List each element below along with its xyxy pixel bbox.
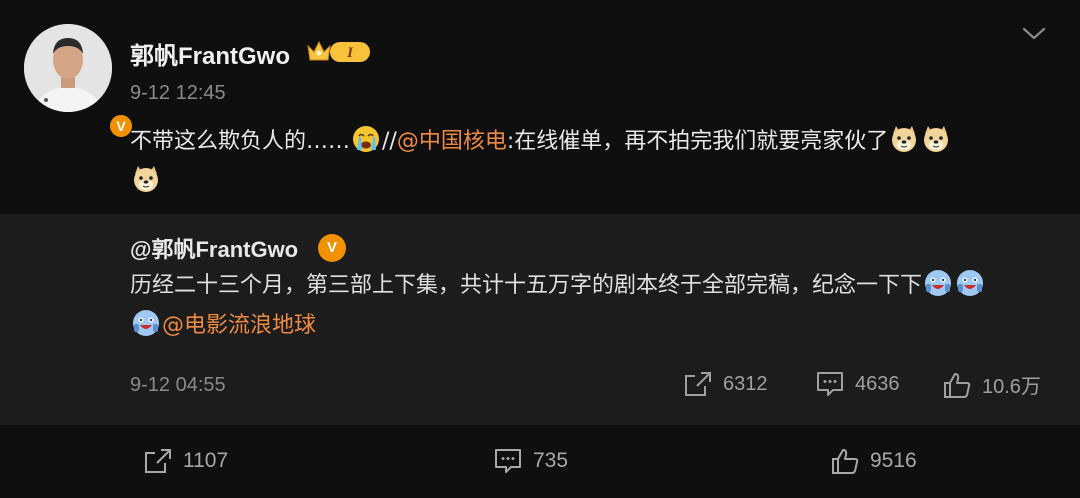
comment-count: 735	[533, 449, 569, 472]
repost-share-button[interactable]: 6312	[683, 370, 768, 398]
cheer-icon	[133, 310, 159, 336]
post-action-bar: 1107 735 9516	[0, 425, 1080, 498]
cheer-icon	[925, 270, 952, 296]
repost-stats: 6312 4636 10.6万	[0, 370, 1080, 402]
repost-body: 历经二十三个月，第三部上下集，共计十五万字的剧本终于全部完稿，纪念一下下 @电影…	[130, 266, 1060, 346]
like-count: 9516	[870, 449, 917, 472]
comment-button[interactable]: 735	[493, 447, 568, 475]
thumbs-up-icon	[832, 449, 859, 474]
post-time: 9-12 12:45	[130, 82, 226, 104]
share-button[interactable]: 1107	[143, 447, 228, 475]
thumbs-up-icon	[944, 372, 971, 398]
comment-icon	[495, 449, 521, 473]
doge-icon	[892, 126, 917, 152]
verified-badge: V	[318, 234, 346, 262]
repost-comment-count: 4636	[855, 372, 900, 395]
repost-text: 历经二十三个月，第三部上下集，共计十五万字的剧本终于全部完稿，纪念一下下	[130, 273, 923, 298]
comment-icon	[817, 372, 843, 396]
mention-link-wandering-earth[interactable]: @电影流浪地球	[162, 313, 316, 338]
post-body: 不带这么欺负人的…… //@中国核电:在线催单，再不拍完我们就要亮家伙了	[130, 122, 1060, 202]
share-icon	[685, 372, 711, 396]
weibo-post: V 郭帆FrantGwo I 9-12 12:45 不带这么欺负人的…… //@…	[0, 0, 1080, 498]
repost-author-name[interactable]: @郭帆FrantGwo	[130, 232, 298, 264]
repost-share-count: 6312	[723, 372, 768, 395]
repost-like-count: 10.6万	[982, 376, 1041, 398]
like-button[interactable]: 9516	[830, 447, 917, 475]
post-text-before: 不带这么欺负人的……	[130, 129, 351, 154]
repost-like-button[interactable]: 10.6万	[942, 370, 1041, 399]
avatar-photo	[24, 24, 112, 112]
author-avatar[interactable]: V	[24, 24, 135, 140]
level-badge-text: I	[346, 45, 354, 61]
doge-icon	[134, 166, 158, 192]
share-icon	[145, 449, 171, 473]
member-level-badge[interactable]: I	[306, 38, 372, 64]
cheer-icon	[957, 270, 984, 296]
crying-face-icon	[353, 126, 380, 152]
repost-slashes: //	[382, 129, 397, 154]
post-text-after: :在线催单，再不拍完我们就要亮家伙了	[506, 129, 889, 154]
reposted-post[interactable]: @郭帆FrantGwo V 历经二十三个月，第三部上下集，共计十五万字的剧本终于…	[0, 214, 1080, 425]
mention-link-cnnc[interactable]: @中国核电	[397, 129, 507, 154]
chevron-down-icon[interactable]	[1020, 22, 1048, 44]
repost-comment-button[interactable]: 4636	[815, 370, 900, 398]
author-name[interactable]: 郭帆FrantGwo	[130, 36, 290, 71]
doge-icon	[924, 126, 949, 152]
share-count: 1107	[183, 449, 229, 472]
